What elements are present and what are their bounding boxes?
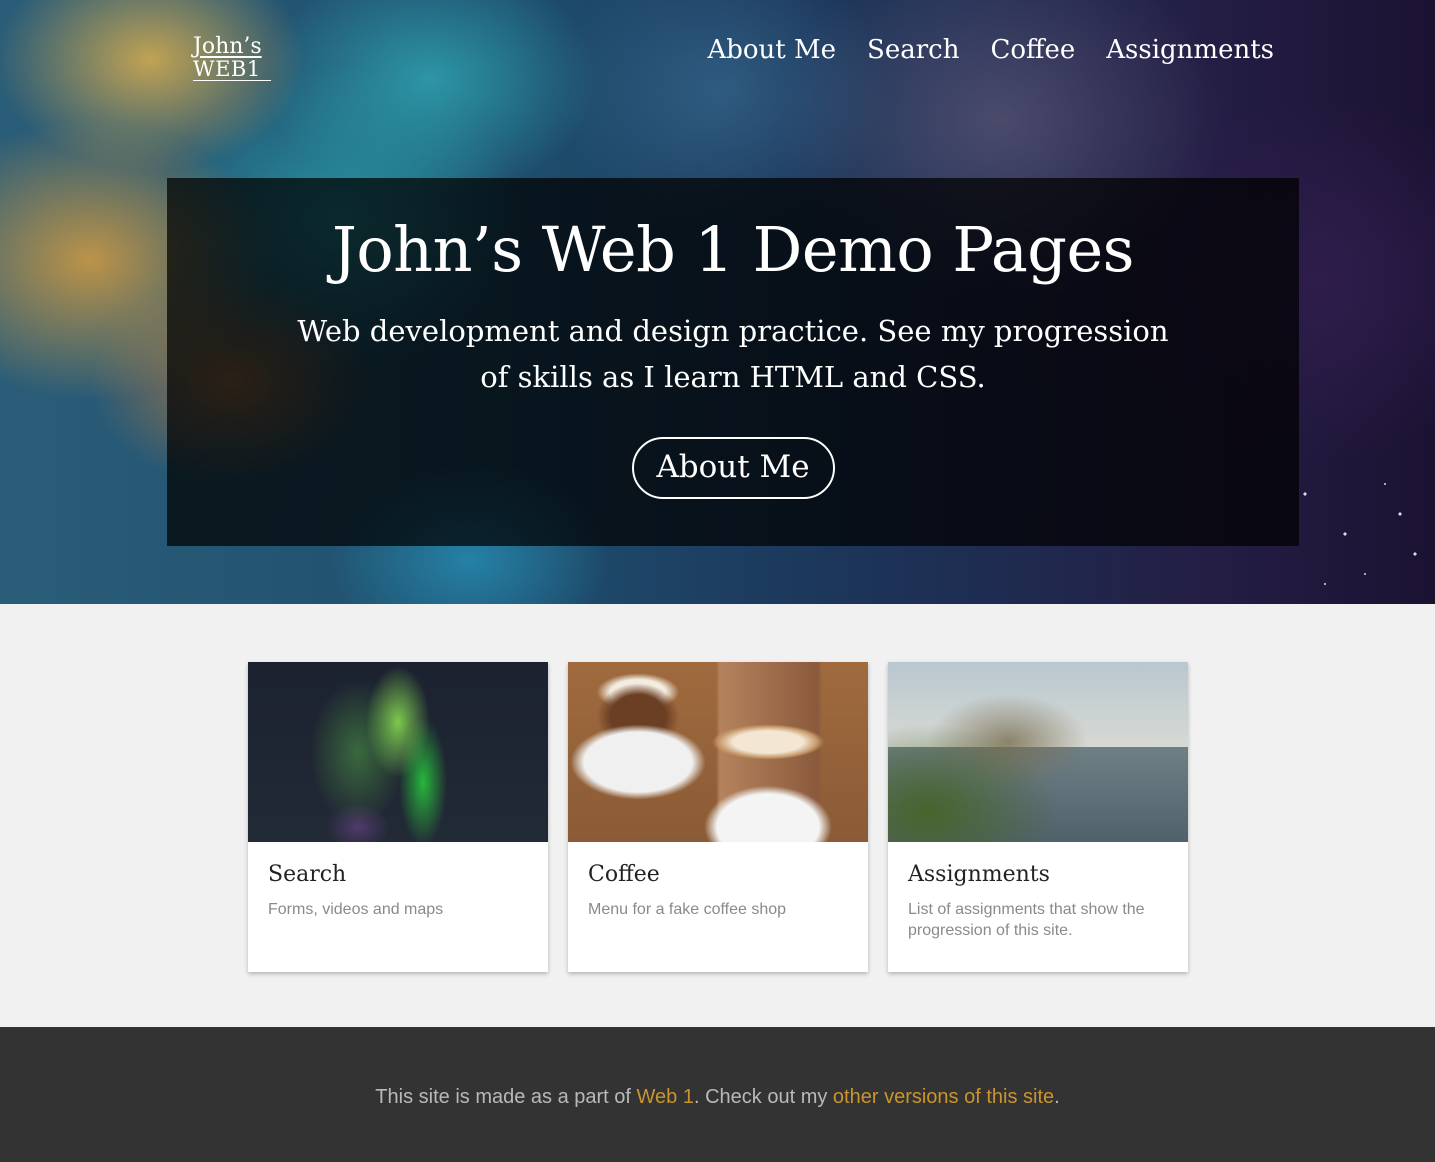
card-title: Assignments: [908, 862, 1050, 887]
hero-title: John’s Web 1 Demo Pages: [331, 213, 1135, 286]
logo-line1: John’s: [193, 34, 262, 59]
card-body: Coffee Menu for a fake coffee shop: [568, 842, 868, 920]
main-nav: About Me Search Coffee Assignments: [707, 32, 1274, 68]
footer-text-2: . Check out my: [693, 1086, 833, 1108]
site-footer: This site is made as a part of Web 1. Ch…: [0, 1027, 1435, 1162]
card-description: Menu for a fake coffee shop: [588, 901, 787, 918]
card-body: Search Forms, videos and maps: [248, 842, 548, 920]
card-description: Forms, videos and maps: [268, 901, 444, 918]
nav-about-me[interactable]: About Me: [707, 32, 836, 68]
aurora-photo: [248, 662, 548, 842]
card-search[interactable]: Search Forms, videos and maps: [248, 662, 548, 972]
nav-assignments[interactable]: Assignments: [1106, 32, 1274, 68]
nav-search[interactable]: Search: [867, 32, 959, 68]
hero-subtitle: Web development and design practice. See…: [297, 314, 1169, 394]
hero-banner: John’s WEB1 About Me Search Coffee Assig…: [0, 0, 1435, 604]
footer-text-3: .: [1054, 1086, 1060, 1108]
hero-stars-decoration: [1285, 464, 1435, 604]
coast-photo: [888, 662, 1188, 842]
nav-coffee[interactable]: Coffee: [990, 32, 1075, 68]
footer-text-1: This site is made as a part of: [375, 1086, 637, 1108]
card-assignments[interactable]: Assignments List of assignments that sho…: [888, 662, 1188, 972]
coffee-photo: [568, 662, 868, 842]
card-coffee[interactable]: Coffee Menu for a fake coffee shop: [568, 662, 868, 972]
card-title: Coffee: [588, 862, 660, 887]
site-logo[interactable]: John’s WEB1: [193, 36, 271, 81]
card-body: Assignments List of assignments that sho…: [888, 842, 1188, 941]
card-description: List of assignments that show the progre…: [908, 901, 1145, 939]
about-me-button[interactable]: About Me: [631, 437, 835, 499]
footer-other-versions-link[interactable]: other versions of this site: [833, 1086, 1054, 1108]
logo-line2: WEB1: [193, 58, 271, 81]
footer-web1-link[interactable]: Web 1: [637, 1086, 694, 1108]
hero-panel: John’s Web 1 Demo Pages Web development …: [167, 178, 1299, 546]
card-title: Search: [268, 862, 347, 887]
card-grid: Search Forms, videos and maps Coffee Men…: [248, 662, 1188, 972]
